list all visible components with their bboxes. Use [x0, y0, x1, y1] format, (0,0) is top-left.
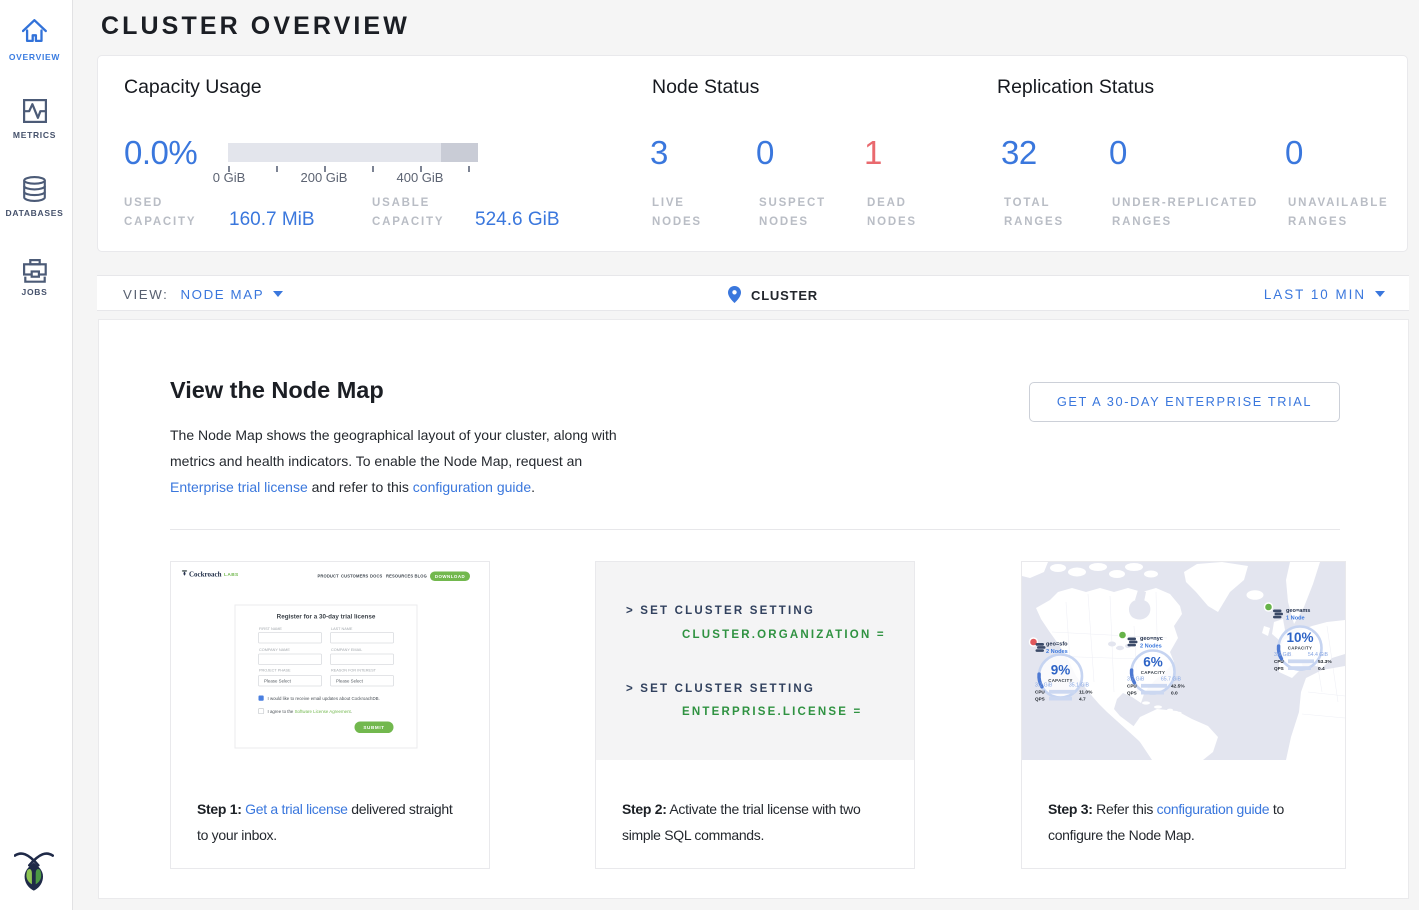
svg-text:CPU: CPU [1127, 684, 1137, 689]
svg-text:1 Node: 1 Node [1286, 616, 1305, 622]
svg-text:35.1 GiB: 35.1 GiB [1069, 683, 1090, 689]
svg-text:4.7: 4.7 [1079, 696, 1086, 702]
svg-text:CUSTOMERS: CUSTOMERS [341, 574, 369, 579]
svg-text:2 Nodes: 2 Nodes [1140, 644, 1162, 650]
svg-text:11.0%: 11.0% [1079, 690, 1093, 696]
svg-text:I agree to the Software Licens: I agree to the Software License Agreemen… [268, 709, 352, 714]
svg-text:I would like to receive email: I would like to receive email updates ab… [268, 696, 380, 701]
svg-text:CPU: CPU [1274, 659, 1284, 664]
svg-text:PROJECT PHASE: PROJECT PHASE [259, 669, 291, 673]
svg-text:QPS: QPS [1127, 690, 1137, 695]
svg-text:Register for a 30-day trial li: Register for a 30-day trial license [277, 614, 376, 621]
svg-text:geo=nyc: geo=nyc [1140, 636, 1163, 642]
svg-text:QPS: QPS [1035, 696, 1045, 701]
svg-text:3.7 GiB: 3.7 GiB [1127, 677, 1145, 683]
svg-text:53.3%: 53.3% [1318, 659, 1332, 665]
svg-text:DOWNLOAD: DOWNLOAD [435, 574, 465, 579]
svg-text:SUBMIT: SUBMIT [363, 725, 384, 730]
svg-text:COMPANY EMAIL: COMPANY EMAIL [331, 648, 362, 652]
svg-text:Cockroach: Cockroach [189, 571, 222, 579]
svg-text:6%: 6% [1143, 655, 1163, 670]
svg-text:BLOG: BLOG [415, 574, 427, 579]
svg-text:0.0: 0.0 [1171, 690, 1178, 696]
svg-text:3.2 GiB: 3.2 GiB [1035, 683, 1053, 689]
svg-text:0.4: 0.4 [1318, 666, 1325, 672]
svg-text:FIRST NAME: FIRST NAME [259, 627, 282, 631]
svg-text:9%: 9% [1051, 663, 1071, 678]
svg-text:CPU: CPU [1035, 690, 1045, 695]
svg-text:RESOURCES: RESOURCES [386, 574, 413, 579]
svg-text:PRODUCT: PRODUCT [318, 574, 340, 579]
svg-text:42.5%: 42.5% [1171, 684, 1185, 690]
svg-text:LAST NAME: LAST NAME [331, 627, 353, 631]
svg-text:54.4 GiB: 54.4 GiB [1308, 652, 1329, 658]
svg-text:Please Select: Please Select [336, 679, 364, 684]
svg-text:65.7 GiB: 65.7 GiB [1161, 677, 1182, 683]
svg-text:geo=ams: geo=ams [1286, 608, 1310, 614]
svg-text:3.6 GiB: 3.6 GiB [1274, 652, 1292, 658]
svg-text:Please Select: Please Select [264, 679, 292, 684]
svg-text:QPS: QPS [1274, 666, 1284, 671]
svg-text:DOCS: DOCS [370, 574, 383, 579]
svg-text:REASON FOR INTEREST: REASON FOR INTEREST [331, 669, 377, 673]
svg-text:CAPACITY: CAPACITY [1288, 646, 1313, 651]
svg-text:CAPACITY: CAPACITY [1141, 670, 1166, 675]
svg-text:geo=sfo: geo=sfo [1046, 642, 1068, 648]
svg-text:10%: 10% [1286, 630, 1313, 645]
svg-text:LABS: LABS [224, 572, 239, 578]
svg-text:COMPANY NAME: COMPANY NAME [259, 648, 290, 652]
